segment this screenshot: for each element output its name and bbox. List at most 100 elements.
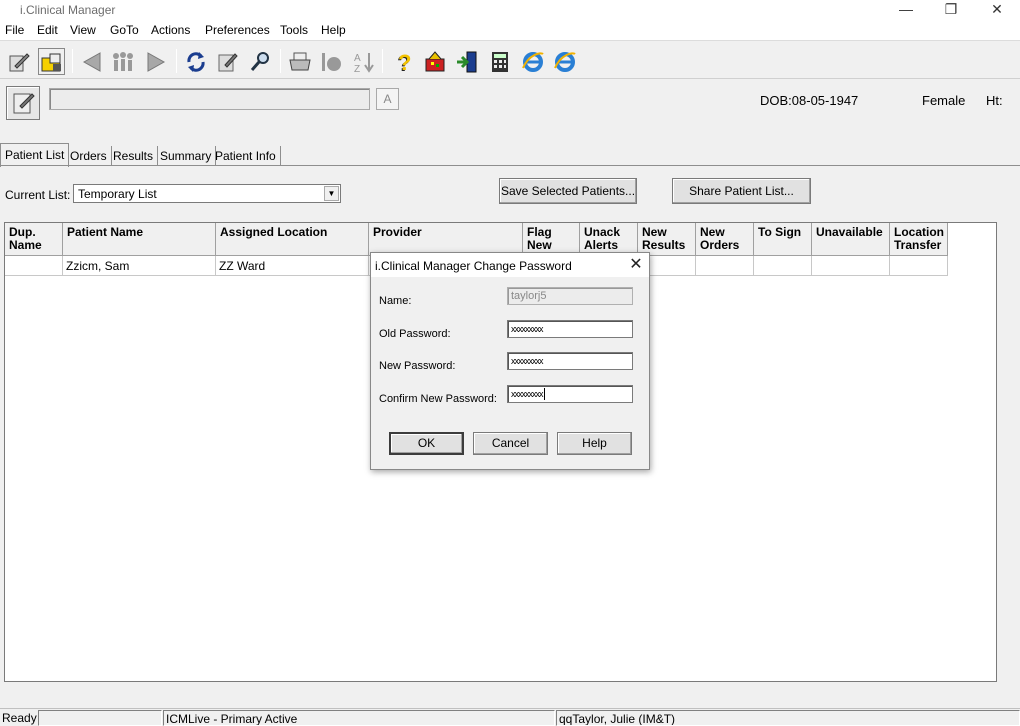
cancel-button[interactable]: Cancel	[473, 432, 548, 455]
column-header-line1: Patient Name	[67, 225, 144, 239]
new-password-field[interactable]: xxxxxxxxx	[507, 352, 633, 370]
close-window-button[interactable]: ✕	[974, 0, 1020, 20]
restore-button[interactable]: ❐	[928, 0, 974, 20]
title-bar: i.Clinical Manager — ❐ ✕	[0, 0, 1020, 20]
column-header-line2: Name	[9, 238, 42, 252]
old-password-value: xxxxxxxxx	[511, 324, 543, 334]
minimize-button[interactable]: —	[883, 0, 929, 20]
back-arrow-icon[interactable]	[78, 48, 105, 75]
search-people-icon[interactable]	[246, 48, 273, 75]
patient-gender: Female	[922, 93, 966, 108]
svg-text:?: ?	[398, 50, 411, 74]
share-patient-list-button[interactable]: Share Patient List...	[672, 178, 811, 204]
tab-patient-info[interactable]: Patient Info	[211, 146, 281, 166]
current-list-select[interactable]: Temporary List ▼	[73, 184, 341, 203]
table-cell	[754, 256, 812, 276]
window-title: i.Clinical Manager	[20, 3, 116, 17]
palette-icon[interactable]	[421, 48, 448, 75]
browser-icon[interactable]	[519, 48, 546, 75]
bell-icon[interactable]	[318, 48, 345, 75]
help-button[interactable]: Help	[557, 432, 632, 455]
patient-search-field[interactable]	[49, 88, 370, 110]
column-header[interactable]: Unavailable	[812, 223, 890, 256]
current-list-label: Current List:	[5, 188, 71, 202]
table-cell	[812, 256, 890, 276]
table-cell	[696, 256, 754, 276]
current-list-value: Temporary List	[78, 187, 157, 201]
patient-a-button[interactable]: A	[376, 88, 399, 110]
calculator-icon[interactable]	[486, 48, 513, 75]
column-header-line1: Assigned Location	[220, 225, 328, 239]
status-user: qqTaylor, Julie (IM&T)	[556, 710, 1020, 726]
column-header[interactable]: New Orders	[696, 223, 754, 256]
column-header[interactable]: Location Transfer	[890, 223, 948, 256]
column-header-line2: Results	[642, 238, 686, 252]
text-caret	[543, 388, 545, 401]
new-password-value: xxxxxxxxx	[511, 356, 543, 366]
save-selected-patients-button[interactable]: Save Selected Patients...	[499, 178, 637, 204]
menu-tools[interactable]: Tools	[280, 23, 308, 37]
table-cell: Zzicm, Sam	[63, 256, 216, 276]
column-header-line2: Orders	[700, 238, 740, 252]
status-blank	[38, 710, 162, 726]
column-header-line1: To Sign	[758, 225, 802, 239]
status-bar: Ready ICMLive - Primary Active qqTaylor,…	[0, 708, 1020, 726]
clipboard-edit-icon	[13, 93, 35, 114]
patient-select-icon[interactable]	[5, 48, 32, 75]
column-header[interactable]: Assigned Location	[216, 223, 369, 256]
menu-view[interactable]: View	[70, 23, 96, 37]
column-header-line1: Unavailable	[816, 225, 883, 239]
menu-file[interactable]: File	[5, 23, 24, 37]
menu-goto[interactable]: GoTo	[110, 23, 139, 37]
old-password-label: Old Password:	[379, 328, 451, 340]
confirm-password-label: Confirm New Password:	[379, 393, 497, 405]
people-icon[interactable]	[109, 48, 136, 75]
status-server: ICMLive - Primary Active	[163, 710, 555, 726]
status-ready: Ready	[2, 711, 37, 725]
menu-edit[interactable]: Edit	[37, 23, 58, 37]
menu-help[interactable]: Help	[321, 23, 346, 37]
dialog-title-bar: i.Clinical Manager Change Password ✕	[371, 253, 649, 277]
change-password-dialog: i.Clinical Manager Change Password ✕ Nam…	[370, 252, 650, 470]
column-header-line2: Transfer	[894, 238, 942, 252]
table-cell	[890, 256, 948, 276]
toolbar: AZ ??	[0, 43, 1020, 79]
tab-divider	[0, 165, 1020, 166]
menu-preferences[interactable]: Preferences	[205, 23, 270, 37]
tab-patient-list[interactable]: Patient List	[0, 143, 70, 167]
menu-actions[interactable]: Actions	[151, 23, 190, 37]
name-field: taylorj5	[507, 287, 633, 305]
help-icon[interactable]: ??	[389, 48, 416, 75]
column-header[interactable]: Dup. Name	[5, 223, 63, 256]
tab-summary[interactable]: Summary	[156, 146, 217, 166]
refresh-icon[interactable]	[182, 48, 209, 75]
sort-az-icon[interactable]: AZ	[350, 48, 377, 75]
tab-results[interactable]: Results	[109, 146, 159, 166]
svg-text:A: A	[354, 53, 361, 64]
dialog-title: i.Clinical Manager Change Password	[375, 259, 572, 273]
column-header-line1: Provider	[373, 225, 422, 239]
column-header[interactable]: To Sign	[754, 223, 812, 256]
confirm-password-value: xxxxxxxxx	[511, 389, 543, 399]
clipboard-edit-icon[interactable]	[214, 48, 241, 75]
folder-lock-icon[interactable]	[38, 48, 65, 75]
chevron-down-icon[interactable]: ▼	[324, 186, 339, 201]
patient-details-button[interactable]	[6, 86, 40, 120]
column-header-line2: Alerts	[584, 238, 619, 252]
exit-icon[interactable]	[453, 48, 480, 75]
printer-icon[interactable]	[286, 48, 313, 75]
close-icon[interactable]: ✕	[625, 255, 647, 275]
svg-text:Z: Z	[354, 64, 360, 74]
column-header-line2: New	[527, 238, 552, 252]
old-password-field[interactable]: xxxxxxxxx	[507, 320, 633, 338]
browser-alt-icon[interactable]	[551, 48, 578, 75]
tab-orders[interactable]: Orders	[66, 146, 112, 166]
column-header[interactable]: Patient Name	[63, 223, 216, 256]
forward-arrow-icon[interactable]	[142, 48, 169, 75]
ok-button[interactable]: OK	[389, 432, 464, 455]
patient-height: Ht:	[986, 93, 1003, 108]
tab-bar: Patient List Orders Results Summary Pati…	[0, 143, 1020, 167]
patient-dob: DOB:08-05-1947	[760, 93, 859, 108]
confirm-password-field[interactable]: xxxxxxxxx	[507, 385, 633, 403]
menu-bar: File Edit View GoTo Actions Preferences …	[0, 20, 1020, 41]
